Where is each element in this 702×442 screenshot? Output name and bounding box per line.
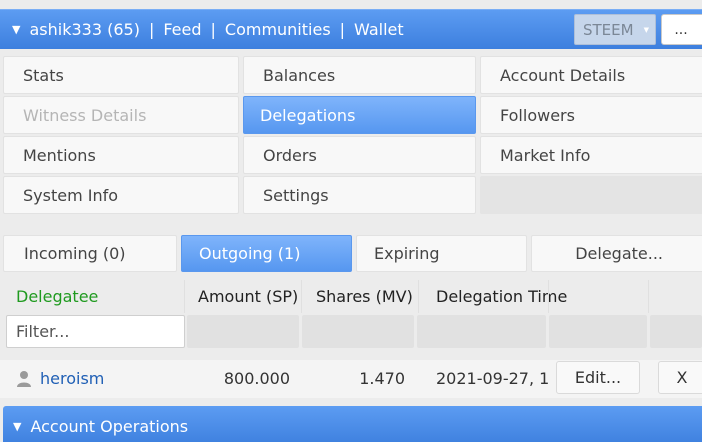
header-bar: ▼ ashik333 (65) | Feed | Communities | W… xyxy=(0,9,702,49)
filter-cell-blank xyxy=(549,315,647,348)
column-divider xyxy=(301,280,302,313)
shares-cell: 1.470 xyxy=(359,369,405,388)
tab-outgoing[interactable]: Outgoing (1) xyxy=(181,235,352,272)
nav-settings[interactable]: Settings xyxy=(243,176,476,214)
edit-button[interactable]: Edit... xyxy=(556,361,640,394)
tab-delegate[interactable]: Delegate... xyxy=(531,235,702,272)
nav-followers[interactable]: Followers xyxy=(480,96,702,134)
remove-delegation-button[interactable]: X xyxy=(658,361,702,394)
separator: | xyxy=(339,20,346,39)
nav-mentions[interactable]: Mentions xyxy=(3,136,239,174)
column-header-shares[interactable]: Shares (MV) xyxy=(316,287,413,306)
nav-delegations[interactable]: Delegations xyxy=(243,96,476,134)
tab-expiring[interactable]: Expiring xyxy=(356,235,527,272)
column-header-amount[interactable]: Amount (SP) xyxy=(198,287,298,306)
feed-link[interactable]: Feed xyxy=(163,20,201,39)
triangle-down-icon: ▼ xyxy=(13,419,22,433)
tab-incoming[interactable]: Incoming (0) xyxy=(3,235,177,272)
person-icon xyxy=(17,371,31,387)
separator: | xyxy=(148,20,155,39)
column-divider xyxy=(418,280,419,313)
nav-account-details[interactable]: Account Details xyxy=(480,56,702,94)
delegatee-link[interactable]: heroism xyxy=(40,369,104,388)
nav-market-info[interactable]: Market Info xyxy=(480,136,702,174)
filter-cell-blank xyxy=(650,315,702,348)
separator: | xyxy=(210,20,216,39)
column-divider xyxy=(648,280,649,313)
more-button[interactable]: ... xyxy=(661,14,702,45)
nav-witness-details: Witness Details xyxy=(3,96,239,134)
nav-empty-slot xyxy=(480,176,702,214)
nav-orders[interactable]: Orders xyxy=(243,136,476,174)
delegation-time-cell: 2021-09-27, 16: xyxy=(436,369,548,388)
filter-row xyxy=(0,314,702,350)
table-row: heroism 800.000 1.470 2021-09-27, 16: Ed… xyxy=(0,360,702,398)
nav-balances[interactable]: Balances xyxy=(243,56,476,94)
amount-cell: 800.000 xyxy=(223,369,290,388)
nav-system-info[interactable]: System Info xyxy=(3,176,239,214)
triangle-down-icon[interactable]: ▼ xyxy=(12,23,20,36)
caret-down-icon: ▼ xyxy=(643,25,649,34)
table-header: Delegatee Amount (SP) Shares (MV) Delega… xyxy=(0,280,702,313)
currency-select[interactable]: STEEM ▼ xyxy=(574,14,656,45)
wallet-link[interactable]: Wallet xyxy=(354,20,404,39)
filter-cell-blank xyxy=(187,315,299,348)
account-link[interactable]: ashik333 (65) xyxy=(29,20,139,39)
filter-cell-blank xyxy=(417,315,546,348)
currency-select-label: STEEM xyxy=(583,20,634,39)
column-divider xyxy=(548,280,549,313)
account-operations-header[interactable]: ▼ Account Operations xyxy=(3,406,702,442)
column-header-delegatee[interactable]: Delegatee xyxy=(16,287,98,306)
communities-link[interactable]: Communities xyxy=(225,20,331,39)
nav-stats[interactable]: Stats xyxy=(3,56,239,94)
column-divider xyxy=(184,280,185,313)
section-title: Account Operations xyxy=(30,416,189,436)
filter-cell-blank xyxy=(302,315,414,348)
delegatee-filter-input[interactable] xyxy=(6,315,185,348)
